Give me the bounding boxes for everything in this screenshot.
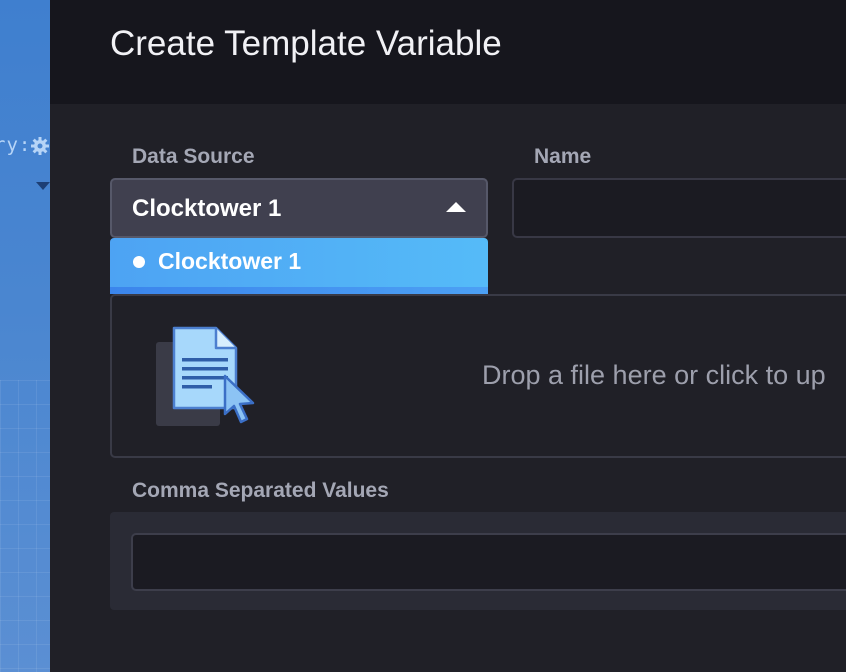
caret-up-icon bbox=[446, 202, 466, 212]
file-upload-icon bbox=[156, 326, 255, 426]
background-grid bbox=[0, 380, 50, 672]
dialog-header: Create Template Variable bbox=[50, 0, 846, 104]
csv-input[interactable] bbox=[131, 533, 846, 591]
dropdown-item-label: Clocktower 1 bbox=[158, 248, 302, 274]
data-source-selected-value: Clocktower 1 bbox=[132, 195, 282, 222]
dropdown-item-clocktower-1[interactable]: Clocktower 1 bbox=[110, 238, 488, 288]
csv-label: Comma Separated Values bbox=[132, 479, 389, 502]
caret-down-icon[interactable] bbox=[36, 182, 50, 190]
csv-section bbox=[110, 512, 846, 610]
data-source-label: Data Source bbox=[132, 145, 255, 168]
create-template-variable-dialog: Create Template Variable Data Source Nam… bbox=[50, 0, 846, 672]
file-dropzone[interactable]: Drop a file here or click to up bbox=[110, 294, 846, 458]
name-label: Name bbox=[534, 145, 592, 168]
dropzone-text: Drop a file here or click to up bbox=[482, 360, 826, 390]
data-source-dropdown: Clocktower 1 bbox=[110, 238, 488, 294]
background-query-text: ry: bbox=[0, 134, 32, 156]
selected-dot-icon bbox=[133, 256, 145, 268]
data-source-select[interactable]: Clocktower 1 bbox=[110, 178, 488, 238]
dropdown-scroll-edge bbox=[110, 287, 488, 294]
gear-icon[interactable] bbox=[30, 136, 50, 156]
dialog-body: Data Source Name Clocktower 1 Drop a fil… bbox=[50, 104, 846, 672]
background-page: ry: bbox=[0, 0, 50, 672]
dialog-title: Create Template Variable bbox=[110, 24, 502, 63]
name-input[interactable] bbox=[512, 178, 846, 238]
